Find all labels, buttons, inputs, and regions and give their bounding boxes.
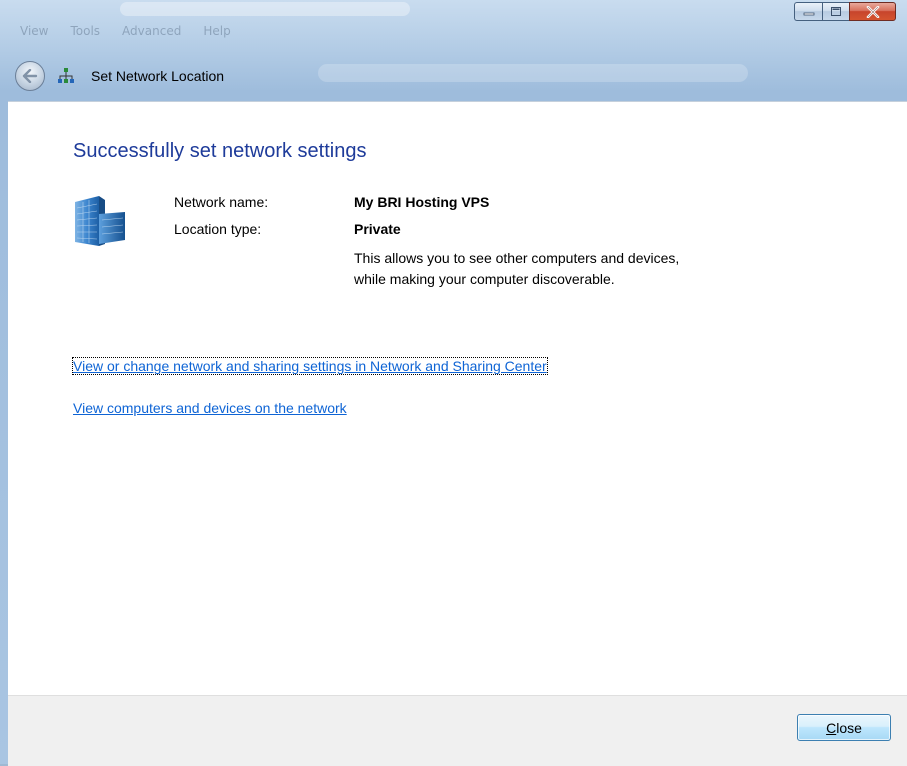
dialog-footer: Close bbox=[8, 695, 907, 766]
navbar-glow bbox=[318, 64, 748, 82]
dialog-content: Successfully set network settings Networ… bbox=[8, 101, 907, 766]
close-button[interactable]: Close bbox=[797, 714, 891, 741]
minimize-button[interactable] bbox=[794, 2, 822, 21]
close-x-icon bbox=[866, 5, 879, 18]
back-arrow-icon bbox=[22, 69, 38, 83]
background-menu-item: Help bbox=[203, 24, 231, 38]
window-title: Set Network Location bbox=[91, 68, 225, 84]
maximize-icon bbox=[831, 7, 841, 16]
background-menu-item: Tools bbox=[70, 24, 101, 38]
background-menu-item: Advanced bbox=[122, 24, 182, 38]
sharing-center-link[interactable]: View or change network and sharing setti… bbox=[72, 357, 548, 375]
network-icon bbox=[58, 68, 74, 83]
location-type-value: Private bbox=[354, 221, 401, 237]
network-name-label: Network name: bbox=[174, 194, 269, 210]
navigation-bar: Set Network Location bbox=[8, 52, 907, 100]
caption-buttons bbox=[794, 2, 896, 23]
window-frame: View Tools Advanced Help Set Network Loc… bbox=[0, 0, 907, 766]
location-type-description: This allows you to see other computers a… bbox=[354, 250, 680, 287]
background-glow bbox=[120, 2, 410, 16]
close-button-label: Close bbox=[826, 719, 862, 736]
location-type-label: Location type: bbox=[174, 221, 262, 237]
background-menu: View Tools Advanced Help bbox=[20, 24, 231, 42]
network-name-value: My BRI Hosting VPS bbox=[354, 194, 490, 210]
background-menu-item: View bbox=[20, 24, 49, 38]
network-building-icon bbox=[75, 196, 125, 246]
view-computers-link[interactable]: View computers and devices on the networ… bbox=[73, 400, 347, 416]
page-title: Successfully set network settings bbox=[73, 140, 367, 162]
maximize-button[interactable] bbox=[822, 2, 849, 21]
minimize-icon bbox=[803, 12, 814, 15]
back-button[interactable] bbox=[15, 61, 45, 91]
window-close-button[interactable] bbox=[849, 2, 896, 21]
